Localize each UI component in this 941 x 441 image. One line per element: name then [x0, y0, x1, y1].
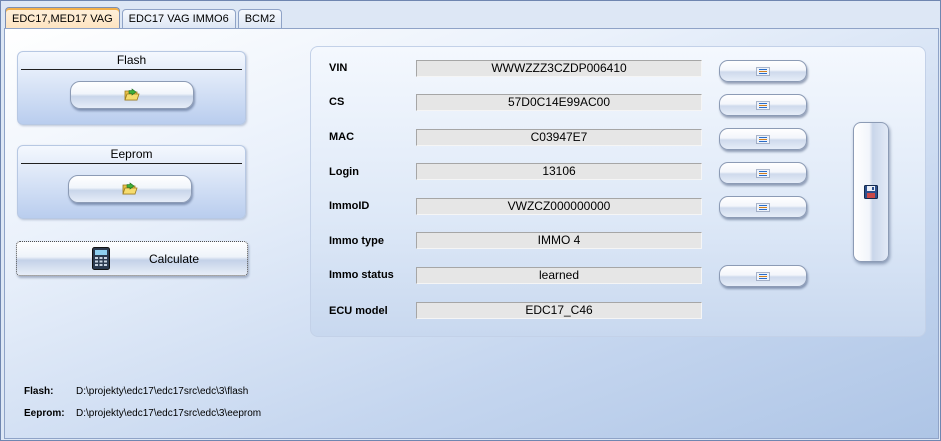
copy-immoid-button[interactable] — [719, 196, 807, 218]
tab-strip: EDC17,MED17 VAG EDC17 VAG IMMO6 BCM2 — [5, 7, 283, 29]
mac-label: MAC — [329, 131, 355, 143]
immo-status-field: learned — [416, 267, 702, 284]
mac-field: C03947E7 — [416, 129, 702, 146]
open-flash-button[interactable] — [70, 81, 194, 109]
copy-icon — [756, 202, 770, 212]
folder-open-icon — [122, 182, 138, 195]
eeprom-path-label: Eeprom: — [24, 408, 65, 419]
open-eeprom-button[interactable] — [68, 175, 192, 203]
copy-icon — [756, 100, 770, 110]
copy-vin-button[interactable] — [719, 60, 807, 82]
floppy-disk-icon — [864, 185, 878, 199]
flash-panel: Flash — [17, 51, 246, 125]
ecu-info-group — [310, 46, 926, 337]
immo-type-label: Immo type — [329, 235, 385, 247]
tab-edc17-vag-immo6[interactable]: EDC17 VAG IMMO6 — [121, 9, 236, 29]
login-label: Login — [329, 166, 359, 178]
cs-label: CS — [329, 96, 345, 108]
immoid-label: ImmoID — [329, 200, 370, 212]
flash-path-label: Flash: — [24, 386, 54, 397]
immoid-field: VWZCZ000000000 — [416, 198, 702, 215]
flash-panel-title: Flash — [21, 52, 242, 70]
ecu-model-field: EDC17_C46 — [416, 302, 702, 319]
copy-icon — [756, 168, 770, 178]
copy-icon — [756, 134, 770, 144]
calculator-icon — [92, 247, 110, 270]
vin-field: WWWZZZ3CZDP006410 — [416, 60, 702, 77]
calculate-button[interactable]: Calculate — [16, 241, 248, 276]
copy-icon — [756, 271, 770, 281]
folder-open-icon — [124, 88, 140, 101]
login-field: 13106 — [416, 163, 702, 180]
copy-cs-button[interactable] — [719, 94, 807, 116]
ecu-model-label: ECU model — [329, 305, 388, 317]
calculate-button-label: Calculate — [149, 252, 200, 266]
immo-type-field: IMMO 4 — [416, 232, 702, 249]
eeprom-path-value: D:\projekty\edc17\edc17src\edc\3\eeprom — [76, 408, 262, 419]
cs-field: 57D0C14E99AC00 — [416, 94, 702, 111]
flash-path-value: D:\projekty\edc17\edc17src\edc\3\flash — [76, 386, 249, 397]
copy-login-button[interactable] — [719, 162, 807, 184]
save-button[interactable] — [853, 122, 889, 262]
eeprom-panel: Eeprom — [17, 145, 246, 219]
immo-status-label: Immo status — [329, 269, 394, 281]
tab-edc17-med17-vag[interactable]: EDC17,MED17 VAG — [5, 7, 120, 29]
tab-bcm2[interactable]: BCM2 — [237, 9, 283, 29]
eeprom-panel-title: Eeprom — [21, 146, 242, 164]
copy-mac-button[interactable] — [719, 128, 807, 150]
copy-icon — [756, 66, 770, 76]
vin-label: VIN — [329, 62, 348, 74]
copy-immo-status-button[interactable] — [719, 265, 807, 287]
